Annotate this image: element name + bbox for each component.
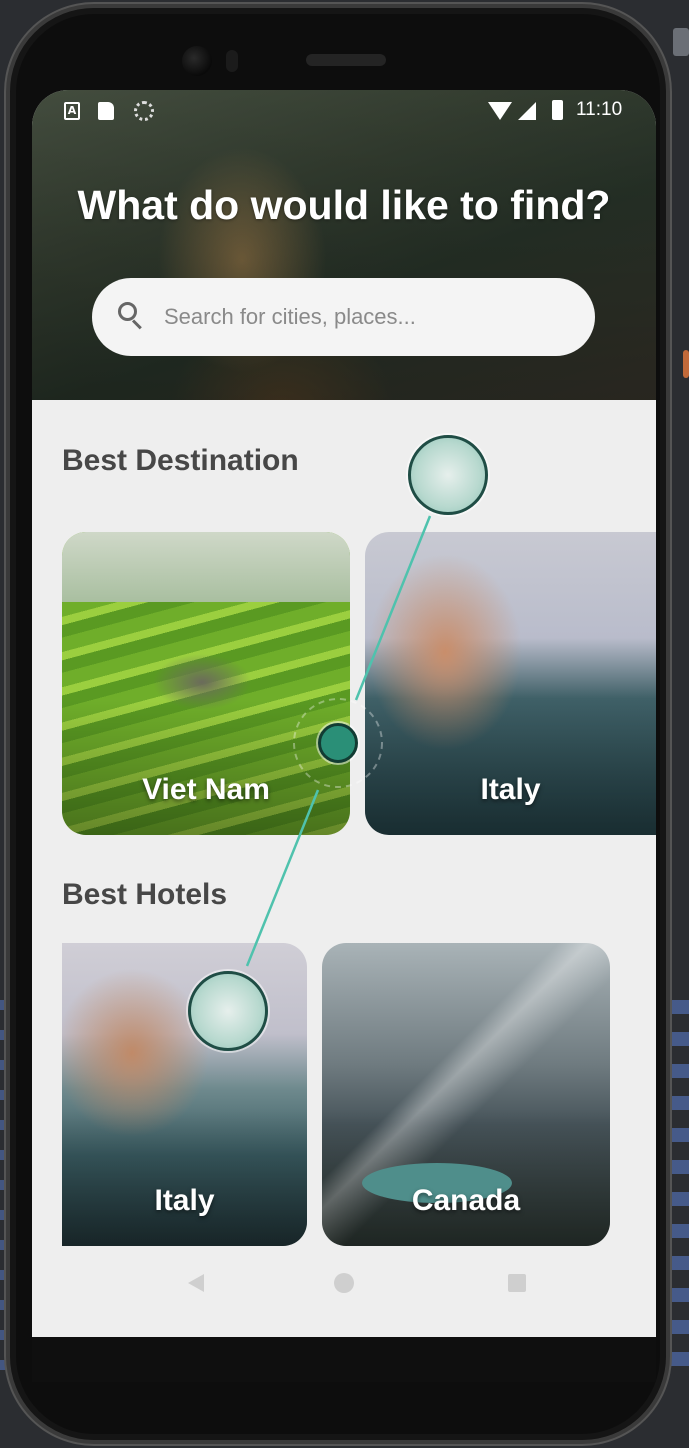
battery-icon [552,100,563,120]
sd-card-icon [98,102,114,120]
search-input[interactable] [164,278,574,356]
card-label: Viet Nam [142,773,270,806]
app-screen: A 11:10 What do would like to find? Best… [32,90,656,1382]
hotel-card-italy[interactable]: Italy [62,943,307,1246]
destination-card-viet-nam[interactable]: Viet Nam [62,532,350,835]
phone-frame: A 11:10 What do would like to find? Best… [6,4,670,1444]
card-label: Italy [480,773,541,806]
section-title-best-destination: Best Destination [62,444,299,477]
a-badge-icon: A [64,102,80,120]
sync-icon [134,101,154,121]
destination-card-italy[interactable]: Italy [365,532,656,835]
card-label: Canada [411,1184,521,1217]
cell-signal-icon [518,102,536,120]
ide-code-lines [667,1000,689,1380]
ide-gutter-glyph [673,28,689,56]
card-label: Italy [154,1184,215,1217]
hotel-card-canada[interactable]: Canada [322,943,610,1246]
front-camera [182,46,212,76]
ide-gutter-marker [683,350,689,378]
navigation-bar [32,1337,656,1382]
page-title: What do would like to find? [77,182,611,228]
proximity-sensor [226,50,238,72]
recents-icon[interactable] [508,1274,526,1292]
section-title-best-hotels: Best Hotels [62,878,228,911]
wifi-icon [488,102,512,120]
earpiece-speaker [306,54,386,66]
back-icon[interactable] [188,1274,204,1292]
status-bar: A 11:10 [32,90,656,134]
status-time: 11:10 [576,99,623,120]
search-icon [118,302,144,330]
home-icon[interactable] [334,1273,354,1293]
search-bar[interactable] [92,278,595,356]
